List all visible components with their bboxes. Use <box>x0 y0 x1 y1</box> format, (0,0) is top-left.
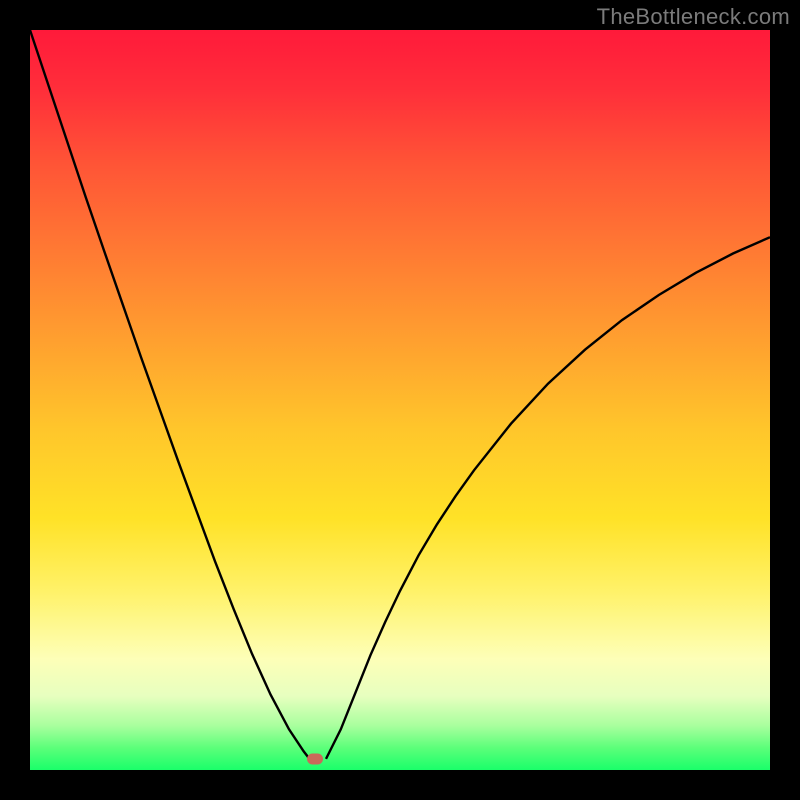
watermark-text: TheBottleneck.com <box>597 4 790 30</box>
optimal-point-marker <box>307 753 323 764</box>
chart-container: TheBottleneck.com <box>0 0 800 800</box>
bottleneck-curve <box>30 30 770 770</box>
plot-area <box>30 30 770 770</box>
